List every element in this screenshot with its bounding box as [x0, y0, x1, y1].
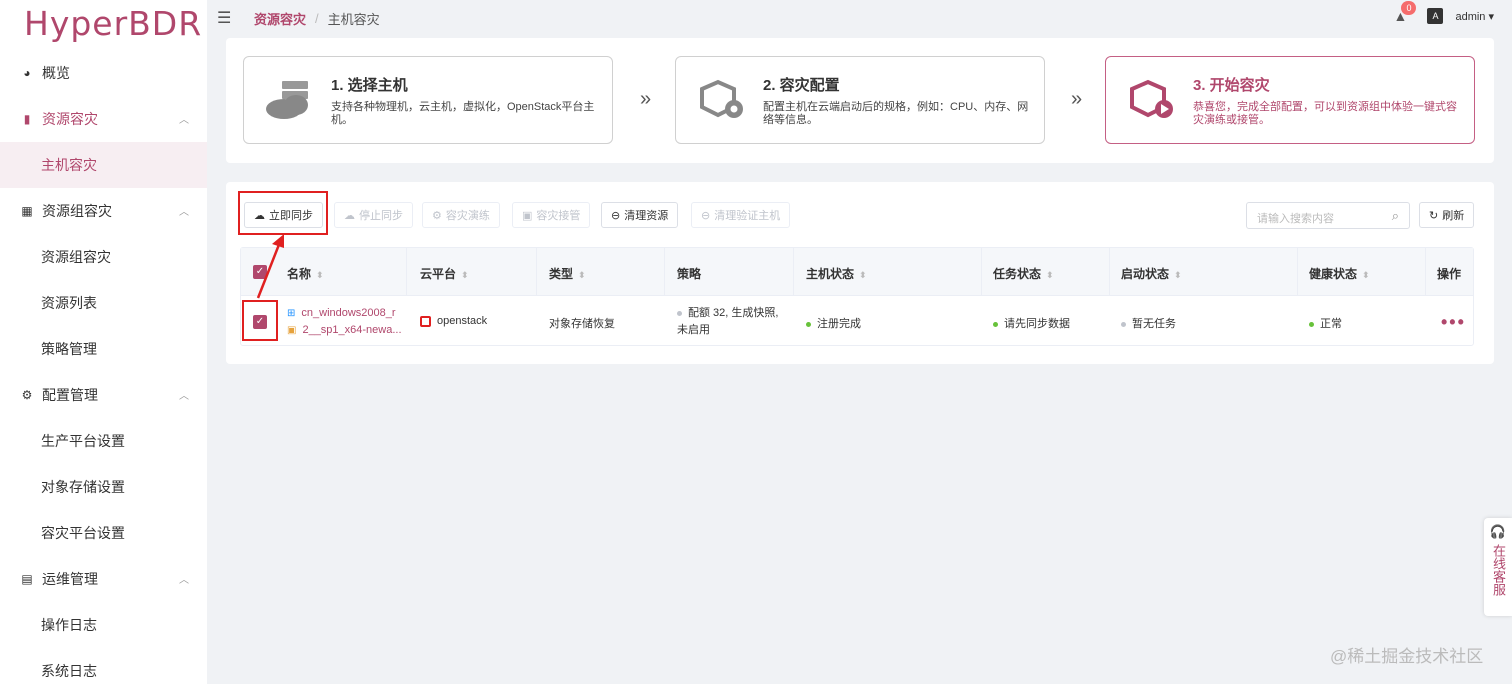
double-chevron-right-icon: » — [1071, 88, 1083, 110]
vm-icon: ▣ — [287, 325, 297, 336]
column-header-actions: 操作 — [1437, 267, 1462, 281]
column-header-health-status[interactable]: 健康状态 ⬍ — [1309, 265, 1370, 282]
bell-icon[interactable]: ▲ 0 — [1393, 1, 1417, 24]
sidebar-item-object-storage[interactable]: 对象存储设置 — [0, 464, 207, 510]
host-table: ✓ 名称 ⬍ 云平台 ⬍ 类型 ⬍ 策略 主机状态 ⬍ 任务状态 ⬍ 启动状态 ⬍ 健康状态… — [240, 247, 1474, 346]
document-icon: ▤ — [21, 572, 33, 586]
host-name-cell[interactable]: ⊞ cn_windows2008_r ▣ 2__sp1_x64-newa... — [287, 305, 402, 339]
notification-badge: 0 — [1401, 1, 1417, 15]
sidebar-item-op-log[interactable]: 操作日志 — [0, 602, 207, 648]
server-icon: ▮ — [23, 112, 31, 126]
cloud-server-icon — [266, 81, 308, 119]
boot-status-cell: 暂无任务 — [1121, 315, 1176, 331]
step-start-dr: 3. 开始容灾 恭喜您，完成全部配置，可以到资源组中体验一键式容灾演练或接管。 — [1105, 56, 1475, 144]
logo: HyperBDR — [24, 4, 203, 43]
sidebar-group-label: 运维管理 — [42, 571, 98, 587]
table-header: ✓ 名称 ⬍ 云平台 ⬍ 类型 ⬍ 策略 主机状态 ⬍ 任务状态 ⬍ 启动状态 ⬍ 健康状态… — [241, 248, 1473, 296]
chevron-up-icon: ︿ — [179, 575, 189, 586]
chevron-up-icon: ︿ — [179, 391, 189, 402]
topbar: ☰ 资源容灾 / 主机容灾 ▲ 0 A admin ▾ — [207, 0, 1512, 36]
dashboard-icon: ◕ — [23, 66, 31, 80]
chevron-up-icon: ︿ — [179, 207, 189, 218]
column-header-platform[interactable]: 云平台 ⬍ — [420, 265, 469, 282]
drill-icon: ⚙ — [432, 209, 442, 222]
clean-resources-button[interactable]: ⊖ 清理资源 — [601, 202, 679, 228]
language-icon[interactable]: A — [1427, 8, 1444, 24]
host-status-cell: 注册完成 — [806, 315, 861, 331]
clean-verify-host-button[interactable]: ⊖ 清理验证主机 — [691, 202, 791, 228]
breadcrumb-separator: / — [315, 10, 319, 26]
box-play-icon — [1130, 79, 1173, 118]
health-status-cell: 正常 — [1309, 315, 1342, 331]
step-title: 2. 容灾配置 — [763, 77, 840, 94]
building-icon: ▦ — [21, 204, 33, 218]
column-header-boot-status[interactable]: 启动状态 ⬍ — [1121, 265, 1182, 282]
chevron-up-icon: ︿ — [179, 115, 189, 126]
search-icon: ⌕ — [1391, 208, 1399, 223]
column-header-host-status[interactable]: 主机状态 ⬍ — [806, 265, 867, 282]
dr-drill-button[interactable]: ⚙ 容灾演练 — [422, 202, 500, 228]
sidebar-group-label: 资源组容灾 — [42, 203, 112, 219]
search-input[interactable]: 请输入搜索内容 ⌕ — [1246, 202, 1410, 229]
column-header-policy: 策略 — [677, 267, 702, 281]
sidebar-group-ops[interactable]: ▤ 运维管理 ︿ — [0, 556, 207, 602]
sidebar-group-resource-dr[interactable]: ▮ 资源容灾 ︿ — [0, 96, 207, 142]
sidebar-group-config[interactable]: ⚙ 配置管理 ︿ — [0, 372, 207, 418]
online-support-button[interactable]: 🎧 在线客服 — [1484, 518, 1512, 616]
step-select-host: 1. 选择主机 支持各种物理机，云主机，虚拟化，OpenStack平台主机。 — [243, 56, 613, 144]
sidebar-item-sys-log[interactable]: 系统日志 — [0, 648, 207, 684]
sidebar-group-label: 资源容灾 — [42, 111, 98, 127]
headset-icon: 🎧 — [1489, 524, 1507, 539]
sidebar-group-group-dr[interactable]: ▦ 资源组容灾 ︿ — [0, 188, 207, 234]
sidebar-item-label: 概览 — [42, 65, 70, 81]
sidebar-item-group-dr[interactable]: 资源组容灾 — [0, 234, 207, 280]
breadcrumb-parent[interactable]: 资源容灾 — [254, 9, 306, 28]
type-cell: 对象存储恢复 — [549, 318, 615, 330]
sidebar-item-policy[interactable]: 策略管理 — [0, 326, 207, 372]
menu-fold-icon[interactable]: ☰ — [217, 8, 235, 28]
policy-cell: 配额 32, 生成快照, 未启用 — [677, 307, 779, 336]
highlight-box — [242, 300, 278, 341]
minus-circle-icon: ⊖ — [611, 209, 621, 222]
watermark: @稀土掘金技术社区 — [1330, 647, 1484, 666]
step-desc: 恭喜您，完成全部配置，可以到资源组中体验一键式容灾演练或接管。 — [1193, 101, 1457, 126]
column-header-task-status[interactable]: 任务状态 ⬍ — [993, 265, 1054, 282]
host-list-card: ☁ 立即同步 ☁ 停止同步 ⚙ 容灾演练 ▣ 容灾接管 ⊖ 清理资源 ⊖ 清理验… — [226, 182, 1494, 364]
gear-icon: ⚙ — [21, 388, 33, 402]
step-title: 3. 开始容灾 — [1193, 77, 1270, 94]
sidebar-item-overview[interactable]: ◕ 概览 — [0, 50, 207, 96]
openstack-icon — [420, 315, 431, 327]
user-menu[interactable]: admin ▾ — [1455, 10, 1494, 23]
sidebar-item-host-dr[interactable]: 主机容灾 — [0, 142, 207, 188]
step-title: 1. 选择主机 — [331, 77, 408, 94]
column-header-type[interactable]: 类型 ⬍ — [549, 265, 586, 282]
topbar-right: ▲ 0 A admin ▾ — [1393, 1, 1494, 24]
cloud-icon: ☁ — [344, 209, 355, 222]
annotation-arrow — [256, 234, 284, 299]
sidebar-item-resource-list[interactable]: 资源列表 — [0, 280, 207, 326]
step-desc: 支持各种物理机，云主机，虚拟化，OpenStack平台主机。 — [331, 101, 595, 126]
steps-card: 1. 选择主机 支持各种物理机，云主机，虚拟化，OpenStack平台主机。 »… — [226, 38, 1494, 163]
step-desc: 配置主机在云端启动后的规格，例如：CPU、内存、网络等信息。 — [763, 101, 1029, 126]
task-status-cell: 请先同步数据 — [993, 315, 1070, 331]
sidebar: HyperBDR ◕ 概览 ▮ 资源容灾 ︿ 主机容灾 ▦ 资源组容灾 ︿ 资源… — [0, 0, 207, 684]
double-chevron-right-icon: » — [640, 88, 652, 110]
breadcrumb-current: 主机容灾 — [327, 11, 380, 27]
platform-cell: openstack — [420, 315, 487, 327]
sidebar-item-dr-platform[interactable]: 容灾平台设置 — [0, 510, 207, 556]
highlight-box — [238, 191, 328, 235]
box-gear-icon — [700, 79, 743, 118]
stop-sync-button[interactable]: ☁ 停止同步 — [334, 202, 413, 228]
more-actions-icon[interactable]: ••• — [1441, 312, 1466, 333]
refresh-icon: ↻ — [1429, 209, 1439, 222]
takeover-icon: ▣ — [522, 209, 533, 222]
step-dr-config: 2. 容灾配置 配置主机在云端启动后的规格，例如：CPU、内存、网络等信息。 — [675, 56, 1045, 144]
dr-takeover-button[interactable]: ▣ 容灾接管 — [512, 202, 591, 228]
sidebar-group-label: 配置管理 — [42, 387, 98, 403]
sidebar-item-prod-platform[interactable]: 生产平台设置 — [0, 418, 207, 464]
windows-icon: ⊞ — [287, 308, 296, 319]
refresh-button[interactable]: ↻ 刷新 — [1419, 202, 1475, 228]
minus-circle-icon: ⊖ — [701, 209, 711, 222]
column-header-name[interactable]: 名称 ⬍ — [287, 265, 324, 282]
